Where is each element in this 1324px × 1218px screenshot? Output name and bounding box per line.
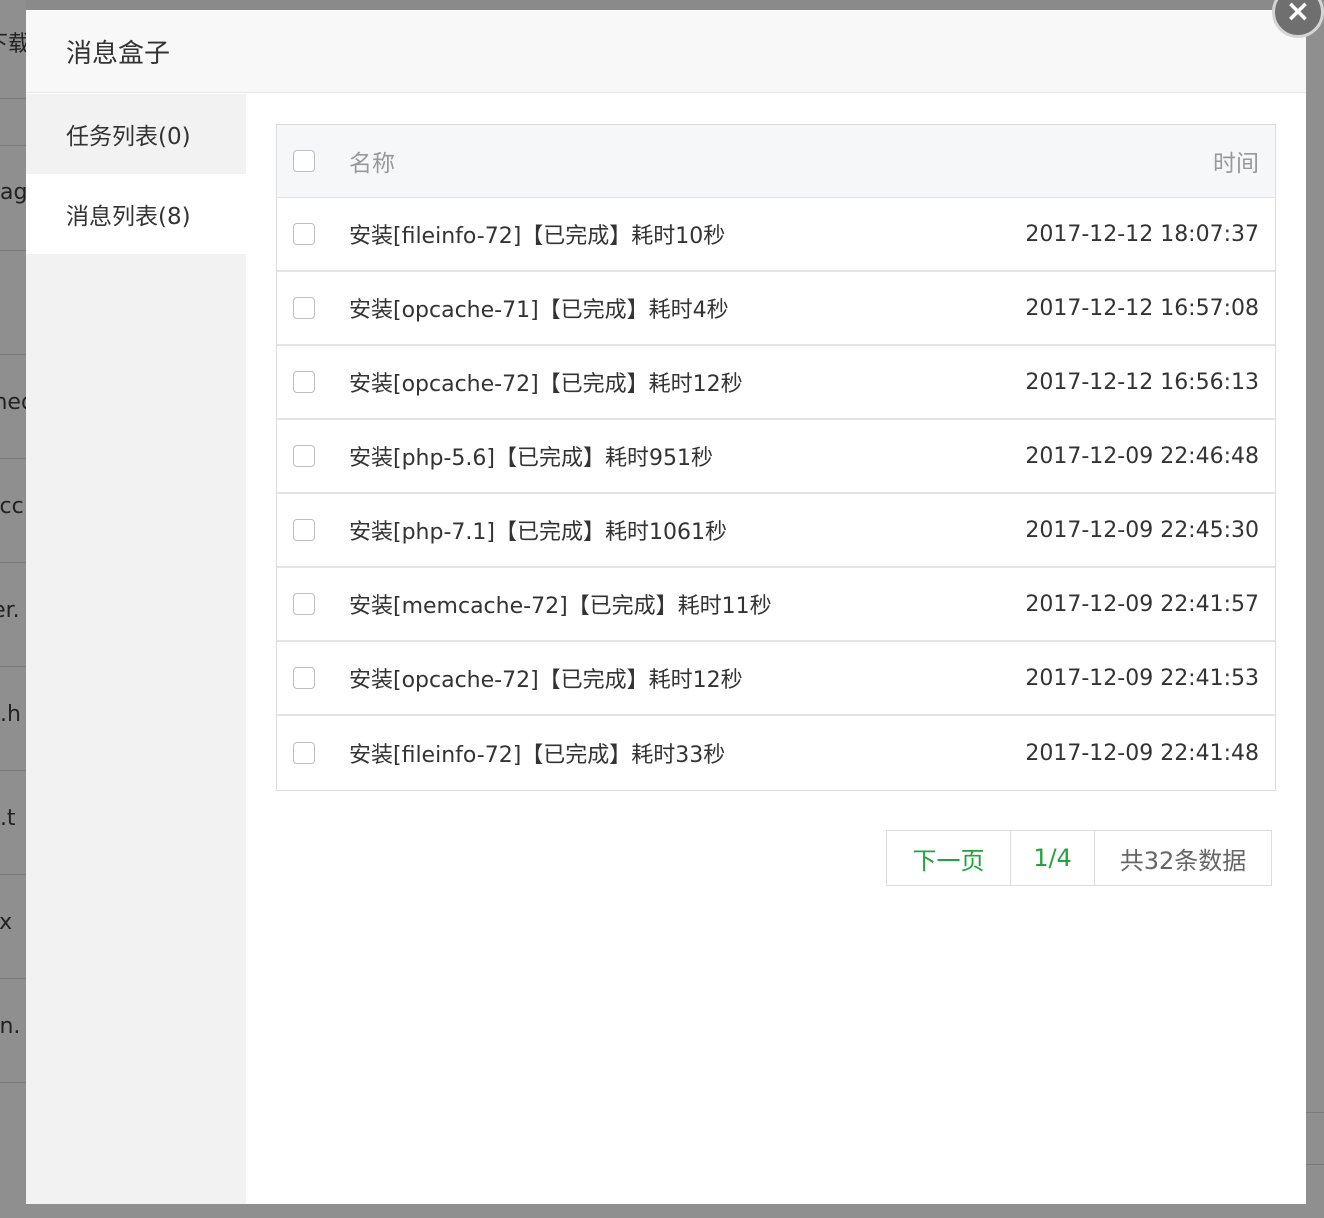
column-header-time: 时间 [1213, 151, 1259, 177]
message-time: 2017-12-09 22:41:53 [1025, 665, 1259, 691]
background-divider [0, 874, 26, 875]
page-indicator: 1/4 [1011, 831, 1095, 885]
table-row: 安装[memcache-72]【已完成】耗时11秒 2017-12-09 22:… [277, 568, 1275, 642]
table-row: 安装[php-5.6]【已完成】耗时951秒 2017-12-09 22:46:… [277, 420, 1275, 494]
message-name: 安装[memcache-72]【已完成】耗时11秒 [349, 594, 772, 619]
background-text: ier. [0, 598, 20, 623]
message-time: 2017-12-12 16:56:13 [1025, 369, 1259, 395]
table-row: 安装[fileinfo-72]【已完成】耗时10秒 2017-12-12 18:… [277, 198, 1275, 272]
message-time: 2017-12-09 22:45:30 [1025, 517, 1259, 543]
background-divider [0, 354, 26, 355]
background-divider [1306, 1112, 1324, 1113]
background-page-right [1306, 0, 1324, 1218]
message-time: 2017-12-12 16:57:08 [1025, 295, 1259, 321]
table-row: 安装[opcache-71]【已完成】耗时4秒 2017-12-12 16:57… [277, 272, 1275, 346]
close-icon: × [1285, 0, 1311, 29]
background-divider [0, 98, 26, 99]
table-header: 名称 时间 [277, 125, 1275, 198]
background-text: page [0, 180, 26, 205]
background-divider [0, 562, 26, 563]
message-time: 2017-12-09 22:41:48 [1025, 740, 1259, 766]
message-time: 2017-12-09 22:46:48 [1025, 443, 1259, 469]
message-name: 安装[php-5.6]【已完成】耗时951秒 [349, 446, 713, 471]
background-text: 下载 [0, 32, 26, 57]
message-name: 安装[fileinfo-72]【已完成】耗时33秒 [349, 743, 726, 768]
background-divider [0, 458, 26, 459]
background-text: med [0, 390, 26, 415]
background-text: n.t [0, 806, 16, 831]
total-count: 共32条数据 [1119, 846, 1247, 875]
dialog-title: 消息盒子 [66, 38, 171, 69]
background-divider [0, 770, 26, 771]
sidebar-item-message-list[interactable]: 消息列表(8) [26, 174, 246, 254]
dialog-sidebar: 任务列表(0) 消息列表(8) [26, 94, 246, 1204]
message-box-dialog: 消息盒子 任务列表(0) 消息列表(8) 名称 时间 安装[fileinfo-7… [26, 10, 1306, 1204]
message-name: 安装[fileinfo-72]【已完成】耗时10秒 [349, 224, 726, 249]
background-divider [0, 250, 26, 251]
background-text: acc [0, 494, 24, 519]
message-name: 安装[opcache-72]【已完成】耗时12秒 [349, 668, 743, 693]
message-time: 2017-12-09 22:41:57 [1025, 591, 1259, 617]
sidebar-item-label: 任务列表(0) [66, 124, 191, 150]
background-page-bottom [0, 1204, 1324, 1218]
background-divider [0, 145, 26, 146]
background-divider [1306, 1164, 1324, 1165]
pagination: 下一页 1/4 共32条数据 [886, 830, 1272, 886]
table-row: 安装[fileinfo-72]【已完成】耗时33秒 2017-12-09 22:… [277, 716, 1275, 790]
next-page-button[interactable]: 下一页 [887, 831, 1011, 885]
row-checkbox[interactable] [293, 593, 315, 615]
table-row: 安装[php-7.1]【已完成】耗时1061秒 2017-12-09 22:45… [277, 494, 1275, 568]
background-text: ex [0, 910, 13, 935]
row-checkbox[interactable] [293, 297, 315, 319]
sidebar-item-label: 消息列表(8) [66, 204, 191, 230]
row-checkbox[interactable] [293, 223, 315, 245]
table-row: 安装[opcache-72]【已完成】耗时12秒 2017-12-12 16:5… [277, 346, 1275, 420]
background-divider [0, 1082, 26, 1083]
message-name: 安装[php-7.1]【已完成】耗时1061秒 [349, 520, 727, 545]
message-table: 名称 时间 安装[fileinfo-72]【已完成】耗时10秒 2017-12-… [276, 124, 1276, 791]
row-checkbox[interactable] [293, 519, 315, 541]
background-text: an. [0, 1014, 21, 1039]
message-name: 安装[opcache-71]【已完成】耗时4秒 [349, 298, 729, 323]
row-checkbox[interactable] [293, 742, 315, 764]
table-row: 安装[opcache-72]【已完成】耗时12秒 2017-12-09 22:4… [277, 642, 1275, 716]
dialog-content: 名称 时间 安装[fileinfo-72]【已完成】耗时10秒 2017-12-… [246, 94, 1306, 1204]
dialog-header: 消息盒子 [26, 10, 1306, 93]
row-checkbox[interactable] [293, 445, 315, 467]
background-text: 4.h [0, 702, 21, 727]
message-name: 安装[opcache-72]【已完成】耗时12秒 [349, 372, 743, 397]
select-all-checkbox[interactable] [293, 150, 315, 172]
background-divider [0, 978, 26, 979]
sidebar-item-task-list[interactable]: 任务列表(0) [26, 94, 246, 174]
row-checkbox[interactable] [293, 667, 315, 689]
row-checkbox[interactable] [293, 371, 315, 393]
background-divider [0, 666, 26, 667]
message-time: 2017-12-12 18:07:37 [1025, 221, 1259, 247]
column-header-name: 名称 [349, 151, 395, 177]
